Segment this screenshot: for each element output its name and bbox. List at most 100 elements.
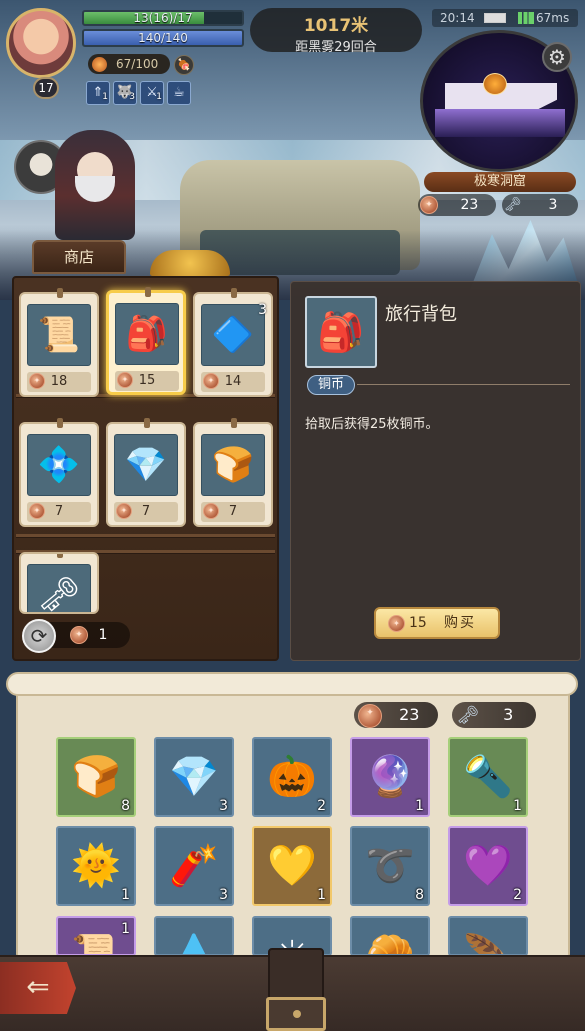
inventory-slot-bread[interactable]: 🍞 8 — [56, 737, 136, 817]
copper-coin-icon — [70, 626, 88, 644]
backpack-icon: 🎒 — [305, 296, 377, 368]
merchant-beard — [75, 176, 115, 202]
inventory-slot-torch[interactable]: 🔦 1 — [448, 737, 528, 817]
fire-orb-icon: 🌞 — [71, 843, 121, 889]
copper-coin-icon — [358, 703, 382, 728]
magic-scroll-icon: 🔷 — [201, 304, 265, 366]
inventory-slot-scroll[interactable]: 📜 1 — [56, 916, 136, 956]
food-icon — [92, 57, 107, 72]
region-name: 极寒洞窟 — [424, 172, 576, 192]
hp-text: 13(16)/17 — [133, 11, 193, 25]
copper-coin-icon — [388, 615, 405, 632]
back-arrow-icon: ⇐ — [26, 970, 50, 1003]
item-name: 旅行背包 — [385, 304, 457, 325]
buff-sword-icon[interactable]: ⚔ 1 — [140, 81, 164, 105]
region-key-counter: 🗝 3 — [502, 194, 578, 216]
refresh-cost: 1 — [70, 622, 107, 648]
copper-coin-icon — [29, 503, 45, 519]
buy-button[interactable]: 15 购买 — [374, 607, 500, 639]
eat-food-button[interactable]: 🍖 — [174, 55, 194, 75]
bread-icon: 🍞 — [201, 434, 265, 496]
shop-item-backpack[interactable]: 🎒 15 — [106, 287, 186, 395]
pumpkin-spirit-icon: 🎃 — [267, 754, 317, 800]
scroll-icon: 📜 — [71, 933, 121, 956]
inventory-slot-water-orb[interactable]: 💧 — [154, 916, 234, 956]
shop-item-scroll[interactable]: 📜 18 — [19, 288, 99, 397]
price-tag: 18 — [27, 372, 91, 392]
mp-text: 140/140 — [138, 31, 188, 45]
crystal-shard-icon: 💠 — [27, 434, 91, 496]
price-tag: 15 — [115, 371, 179, 391]
inventory-slot-rope[interactable]: ➰ 8 — [350, 826, 430, 906]
inventory-coin-counter: 23 — [354, 702, 438, 728]
price-tag: 14 — [201, 372, 265, 392]
rope-icon: ➰ — [365, 843, 415, 889]
food-text: 67/100 — [116, 57, 159, 71]
item-detail-panel: 🎒 旅行背包 铜币 拾取后获得25枚铜币。 15 购买 — [290, 281, 581, 661]
ping: 67ms — [536, 11, 570, 25]
key-icon: 🗝 — [504, 197, 522, 213]
merchant-character — [55, 130, 135, 240]
item-quantity: 3 — [258, 302, 267, 318]
price-tag: 7 — [114, 502, 178, 522]
inventory-slot-pumpkin-spirit[interactable]: 🎃 2 — [252, 737, 332, 817]
copper-coin-icon — [117, 372, 133, 388]
refresh-button[interactable]: ⟳ — [22, 619, 56, 653]
gear-icon[interactable]: ⚙ — [542, 42, 572, 72]
inventory-slot-gold-crystal[interactable]: 💛 1 — [252, 826, 332, 906]
water-orb-icon: 💧 — [169, 933, 219, 956]
player-marker-icon — [483, 73, 507, 95]
inventory-slot-dynamite[interactable]: 🧨 3 — [154, 826, 234, 906]
food-bar: 67/100 — [88, 54, 170, 74]
copper-coin-icon — [420, 196, 438, 214]
inventory-slot-purple-crystal[interactable]: 🔮 1 — [350, 737, 430, 817]
inventory-slot-dark-crystal[interactable]: 💜 2 — [448, 826, 528, 906]
scroll-top-roll — [6, 672, 578, 696]
inventory-slot-blue-crystal[interactable]: 💎 3 — [154, 737, 234, 817]
mp-bar: 140/140 — [82, 29, 244, 47]
key-icon: 🗝 — [27, 564, 91, 612]
inventory-key-counter: 🗝 3 — [452, 702, 536, 728]
depth-distance: 1017米 — [303, 16, 369, 36]
dynamite-icon: 🧨 — [169, 843, 219, 889]
divider — [357, 384, 570, 385]
shop-tab[interactable]: 商店 — [32, 240, 126, 274]
backpack-icon: 🎒 — [115, 303, 179, 365]
item-type-tag: 铜币 — [307, 375, 355, 395]
gold-crystal-icon: 💛 — [267, 843, 317, 889]
bag-clasp — [266, 997, 326, 1031]
shop-item-magic-scroll[interactable]: 🔷 3 14 — [193, 288, 273, 397]
battery-icon — [484, 13, 506, 23]
bread-roll-icon: 🥐 — [365, 933, 415, 956]
torch-icon: 🔦 — [463, 754, 513, 800]
shop-item-blue-crystal[interactable]: 💎 7 — [106, 418, 186, 527]
dark-crystal-icon: 💜 — [463, 843, 513, 889]
buff-attack-up-icon[interactable]: ⇑ 1 — [86, 81, 110, 105]
back-button[interactable]: ⇐ — [0, 962, 76, 1014]
inventory-slot-bread-roll[interactable]: 🥐 — [350, 916, 430, 956]
inventory-slot-fire-orb[interactable]: 🌞 1 — [56, 826, 136, 906]
shop-item-crystal-shard[interactable]: 💠 7 — [19, 418, 99, 527]
player-avatar[interactable] — [6, 8, 76, 78]
shop-panel: 📜 18 🎒 15 🔷 3 14 💠 7 💎 7 🍞 7 🗝 ⟳ 1 — [12, 276, 279, 661]
blue-crystal-icon: 💎 — [114, 434, 178, 496]
price-tag: 7 — [201, 502, 265, 522]
fog-area — [435, 109, 565, 137]
buff-wolf-icon[interactable]: 🐺 3 — [113, 81, 137, 105]
price-tag: 7 — [27, 502, 91, 522]
shop-item-key[interactable]: 🗝 — [19, 552, 99, 614]
system-status: 20:14 67ms — [432, 9, 578, 27]
inventory-slot-feather[interactable]: 🪶 — [448, 916, 528, 956]
player-level: 17 — [33, 77, 59, 99]
signal-icon — [518, 12, 534, 24]
hp-bar: 13(16)/17 — [82, 10, 244, 26]
purple-crystal-icon: 🔮 — [365, 754, 415, 800]
fog-countdown: 距黑雾29回合 — [295, 40, 377, 55]
buy-price: 15 — [409, 615, 427, 631]
key-icon: 🗝 — [456, 704, 480, 726]
bread-icon: 🍞 — [71, 754, 121, 800]
buff-potion-icon[interactable]: ☕ — [167, 81, 191, 105]
shop-item-bread[interactable]: 🍞 7 — [193, 418, 273, 527]
region-coin-counter: 23 — [418, 194, 496, 216]
feather-icon: 🪶 — [463, 933, 513, 956]
